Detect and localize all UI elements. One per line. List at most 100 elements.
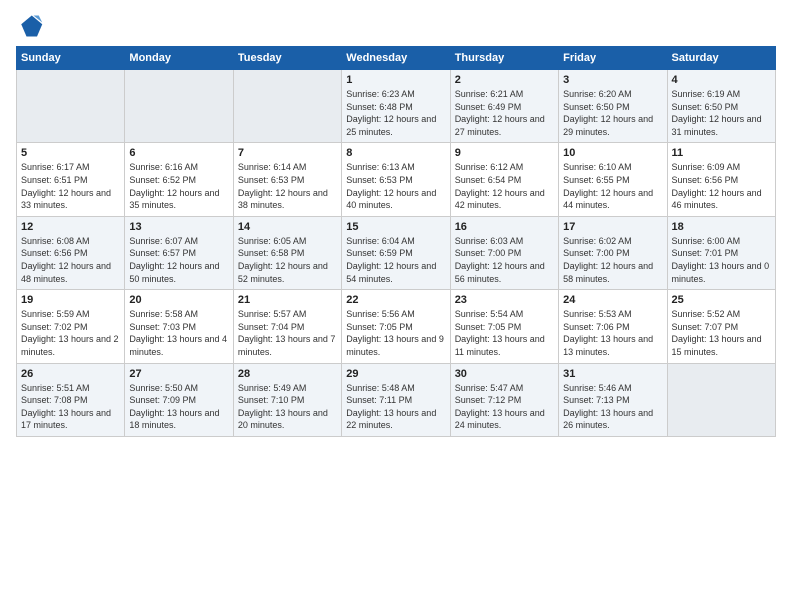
calendar-cell: 27 Sunrise: 5:50 AMSunset: 7:09 PMDayligh… [125,363,233,436]
day-number: 24 [563,294,662,306]
day-number: 15 [346,221,445,233]
day-info: Sunrise: 5:49 AMSunset: 7:10 PMDaylight:… [238,382,337,432]
day-number: 12 [21,221,120,233]
calendar-cell: 29Sunrise: 5:48 AMSunset: 7:11 PMDayligh… [342,363,450,436]
day-info: Sunrise: 5:54 AMSunset: 7:05 PMDaylight:… [455,308,554,358]
day-info: Sunrise: 6:21 AMSunset: 6:49 PMDaylight:… [455,88,554,138]
calendar-cell: 17 Sunrise: 6:02 AMSunset: 7:00 PMDayligh… [559,216,667,289]
day-number: 4 [672,74,771,86]
day-number: 25 [672,294,771,306]
calendar-cell: 11 Sunrise: 6:09 AMSunset: 6:56 PMDayligh… [667,143,775,216]
calendar-cell: 21 Sunrise: 5:57 AMSunset: 7:04 PMDayligh… [233,290,341,363]
day-number: 30 [455,368,554,380]
calendar-cell [667,363,775,436]
calendar-week-row: 19 Sunrise: 5:59 AMSunset: 7:02 PMDayligh… [17,290,776,363]
day-header-thursday: Thursday [450,47,558,70]
day-number: 7 [238,147,337,159]
day-info: Sunrise: 5:59 AMSunset: 7:02 PMDaylight:… [21,308,120,358]
calendar-cell: 12 Sunrise: 6:08 AMSunset: 6:56 PMDayligh… [17,216,125,289]
header [16,12,776,40]
day-number: 22 [346,294,445,306]
day-info: Sunrise: 6:12 AMSunset: 6:54 PMDaylight:… [455,161,554,211]
day-info: Sunrise: 6:23 AMSunset: 6:48 PMDaylight:… [346,88,445,138]
day-number: 8 [346,147,445,159]
day-number: 14 [238,221,337,233]
calendar-cell: 7 Sunrise: 6:14 AMSunset: 6:53 PMDaylight… [233,143,341,216]
day-info: Sunrise: 6:08 AMSunset: 6:56 PMDaylight:… [21,235,120,285]
day-number: 3 [563,74,662,86]
calendar-cell: 20Sunrise: 5:58 AMSunset: 7:03 PMDayligh… [125,290,233,363]
day-header-saturday: Saturday [667,47,775,70]
calendar-cell: 19 Sunrise: 5:59 AMSunset: 7:02 PMDayligh… [17,290,125,363]
calendar-cell: 24 Sunrise: 5:53 AMSunset: 7:06 PMDayligh… [559,290,667,363]
day-number: 21 [238,294,337,306]
day-number: 26 [21,368,120,380]
day-info: Sunrise: 5:47 AMSunset: 7:12 PMDaylight:… [455,382,554,432]
day-number: 17 [563,221,662,233]
calendar-cell: 15 Sunrise: 6:04 AMSunset: 6:59 PMDayligh… [342,216,450,289]
day-info: Sunrise: 6:04 AMSunset: 6:59 PMDaylight:… [346,235,445,285]
calendar-cell: 22 Sunrise: 5:56 AMSunset: 7:05 PMDayligh… [342,290,450,363]
day-info: Sunrise: 5:50 AMSunset: 7:09 PMDaylight:… [129,382,228,432]
day-info: Sunrise: 5:52 AMSunset: 7:07 PMDaylight:… [672,308,771,358]
day-number: 31 [563,368,662,380]
day-info: Sunrise: 6:00 AMSunset: 7:01 PMDaylight:… [672,235,771,285]
day-info: Sunrise: 6:14 AMSunset: 6:53 PMDaylight:… [238,161,337,211]
day-info: Sunrise: 5:46 AMSunset: 7:13 PMDaylight:… [563,382,662,432]
logo [16,12,48,40]
day-number: 16 [455,221,554,233]
logo-icon [16,12,44,40]
day-info: Sunrise: 6:07 AMSunset: 6:57 PMDaylight:… [129,235,228,285]
calendar-cell: 2 Sunrise: 6:21 AMSunset: 6:49 PMDaylight… [450,70,558,143]
day-header-tuesday: Tuesday [233,47,341,70]
calendar-cell: 1 Sunrise: 6:23 AMSunset: 6:48 PMDaylight… [342,70,450,143]
calendar-cell: 6Sunrise: 6:16 AMSunset: 6:52 PMDaylight… [125,143,233,216]
calendar-cell: 8 Sunrise: 6:13 AMSunset: 6:53 PMDaylight… [342,143,450,216]
calendar-cell: 25 Sunrise: 5:52 AMSunset: 7:07 PMDayligh… [667,290,775,363]
day-number: 27 [129,368,228,380]
calendar-cell: 13 Sunrise: 6:07 AMSunset: 6:57 PMDayligh… [125,216,233,289]
calendar-cell: 28Sunrise: 5:49 AMSunset: 7:10 PMDayligh… [233,363,341,436]
calendar-week-row: 1 Sunrise: 6:23 AMSunset: 6:48 PMDaylight… [17,70,776,143]
calendar-table: SundayMondayTuesdayWednesdayThursdayFrid… [16,46,776,437]
calendar-cell: 4 Sunrise: 6:19 AMSunset: 6:50 PMDaylight… [667,70,775,143]
day-number: 10 [563,147,662,159]
day-number: 19 [21,294,120,306]
page-container: SundayMondayTuesdayWednesdayThursdayFrid… [0,0,792,445]
day-info: Sunrise: 6:20 AMSunset: 6:50 PMDaylight:… [563,88,662,138]
calendar-week-row: 12 Sunrise: 6:08 AMSunset: 6:56 PMDayligh… [17,216,776,289]
day-info: Sunrise: 6:09 AMSunset: 6:56 PMDaylight:… [672,161,771,211]
day-number: 2 [455,74,554,86]
day-info: Sunrise: 6:02 AMSunset: 7:00 PMDaylight:… [563,235,662,285]
day-number: 13 [129,221,228,233]
day-number: 18 [672,221,771,233]
day-info: Sunrise: 6:17 AMSunset: 6:51 PMDaylight:… [21,161,120,211]
day-info: Sunrise: 5:51 AMSunset: 7:08 PMDaylight:… [21,382,120,432]
calendar-header-row: SundayMondayTuesdayWednesdayThursdayFrid… [17,47,776,70]
day-info: Sunrise: 6:16 AMSunset: 6:52 PMDaylight:… [129,161,228,211]
day-number: 20 [129,294,228,306]
calendar-cell [125,70,233,143]
calendar-week-row: 5Sunrise: 6:17 AMSunset: 6:51 PMDaylight… [17,143,776,216]
calendar-week-row: 26 Sunrise: 5:51 AMSunset: 7:08 PMDayligh… [17,363,776,436]
day-info: Sunrise: 5:56 AMSunset: 7:05 PMDaylight:… [346,308,445,358]
calendar-cell: 23Sunrise: 5:54 AMSunset: 7:05 PMDayligh… [450,290,558,363]
day-header-wednesday: Wednesday [342,47,450,70]
calendar-cell [17,70,125,143]
day-info: Sunrise: 6:13 AMSunset: 6:53 PMDaylight:… [346,161,445,211]
calendar-cell: 9 Sunrise: 6:12 AMSunset: 6:54 PMDaylight… [450,143,558,216]
day-info: Sunrise: 5:53 AMSunset: 7:06 PMDaylight:… [563,308,662,358]
calendar-cell: 30 Sunrise: 5:47 AMSunset: 7:12 PMDayligh… [450,363,558,436]
calendar-cell: 31 Sunrise: 5:46 AMSunset: 7:13 PMDayligh… [559,363,667,436]
calendar-cell: 5Sunrise: 6:17 AMSunset: 6:51 PMDaylight… [17,143,125,216]
day-number: 9 [455,147,554,159]
day-info: Sunrise: 6:19 AMSunset: 6:50 PMDaylight:… [672,88,771,138]
day-number: 1 [346,74,445,86]
day-header-sunday: Sunday [17,47,125,70]
day-info: Sunrise: 6:10 AMSunset: 6:55 PMDaylight:… [563,161,662,211]
calendar-cell: 16Sunrise: 6:03 AMSunset: 7:00 PMDayligh… [450,216,558,289]
calendar-cell [233,70,341,143]
day-header-friday: Friday [559,47,667,70]
day-number: 11 [672,147,771,159]
day-info: Sunrise: 5:57 AMSunset: 7:04 PMDaylight:… [238,308,337,358]
